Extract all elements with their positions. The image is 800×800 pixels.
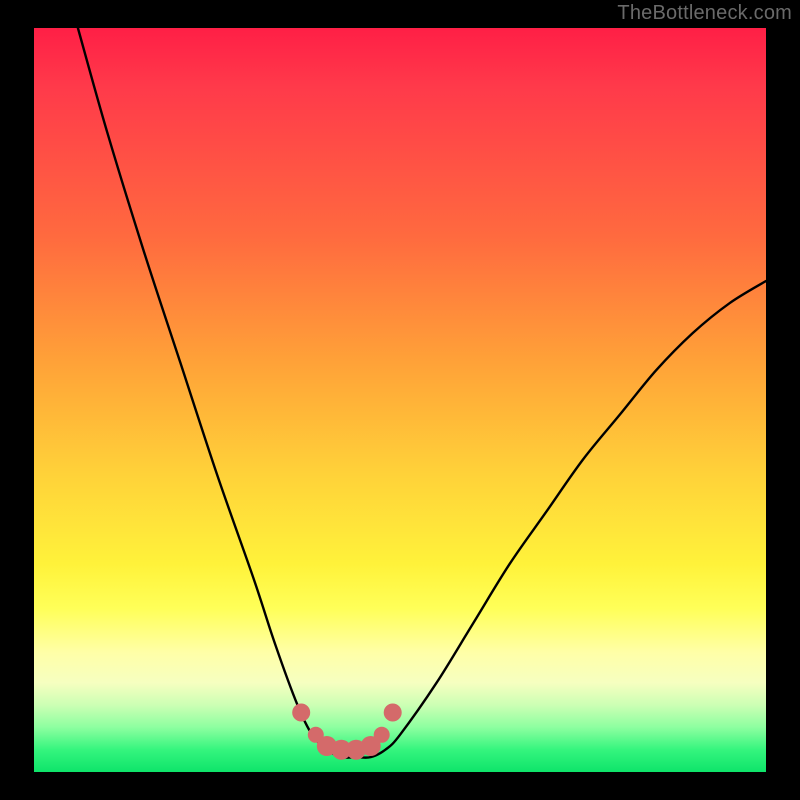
trough-dot: [374, 727, 390, 743]
trough-dot: [384, 704, 402, 722]
plot-area: [34, 28, 766, 772]
chart-frame: TheBottleneck.com: [0, 0, 800, 800]
trough-dot: [292, 704, 310, 722]
watermark-text: TheBottleneck.com: [617, 2, 792, 25]
curve-svg: [34, 28, 766, 772]
bottleneck-curve: [78, 28, 766, 758]
